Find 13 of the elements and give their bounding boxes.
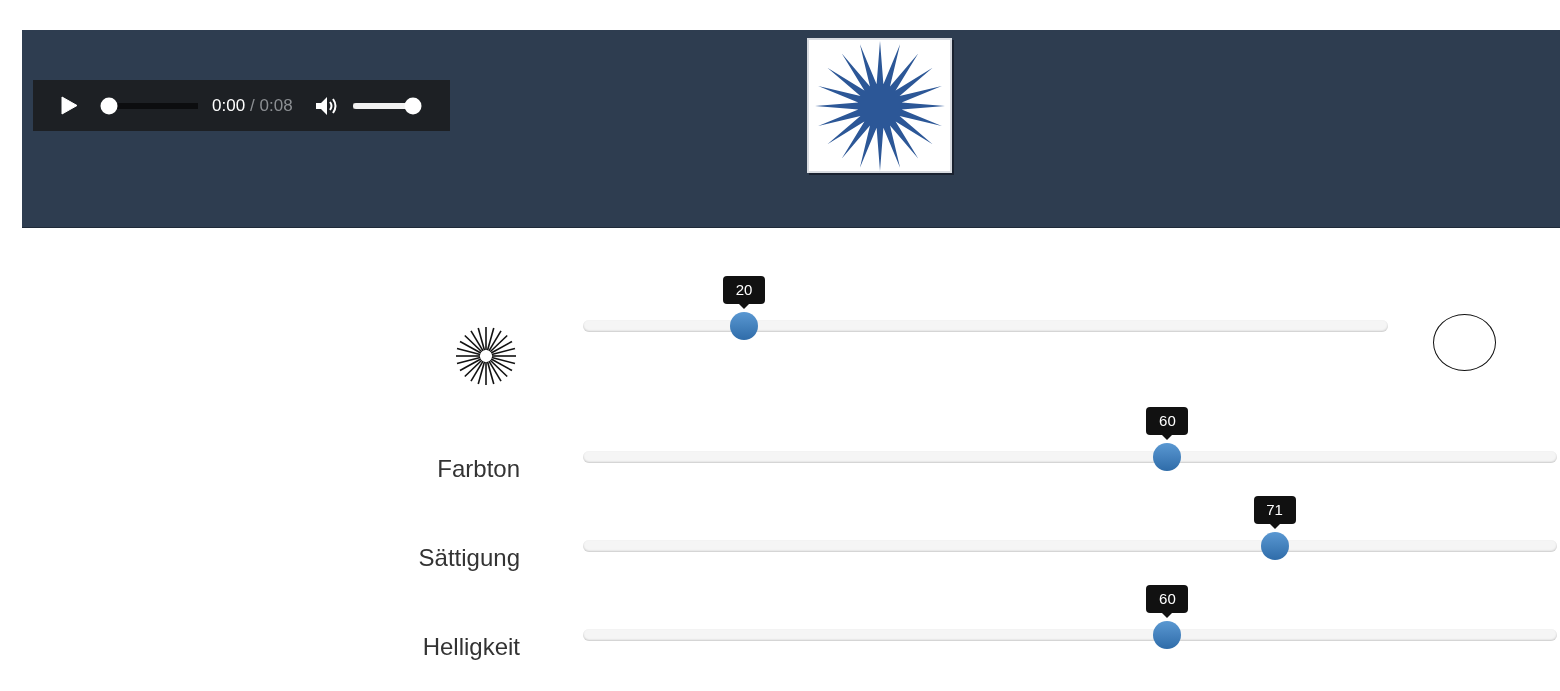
elapsed-time: 0:00 [212, 95, 246, 116]
slider[interactable]: 60 [583, 407, 1557, 472]
slider-label: Helligkeit [422, 632, 520, 661]
slider[interactable]: 60 [583, 585, 1557, 650]
slider[interactable]: 71 [583, 496, 1557, 561]
value-tooltip: 60 [1146, 407, 1189, 435]
slider[interactable]: 20 [583, 276, 1388, 341]
value-tooltip: 71 [1253, 496, 1296, 524]
value-tooltip: 20 [723, 276, 765, 304]
total-duration: / 0:08 [250, 95, 293, 116]
value-tooltip: 60 [1146, 585, 1189, 613]
slider-label: Sättigung [418, 543, 520, 572]
slider-label: Farbton [437, 454, 520, 483]
